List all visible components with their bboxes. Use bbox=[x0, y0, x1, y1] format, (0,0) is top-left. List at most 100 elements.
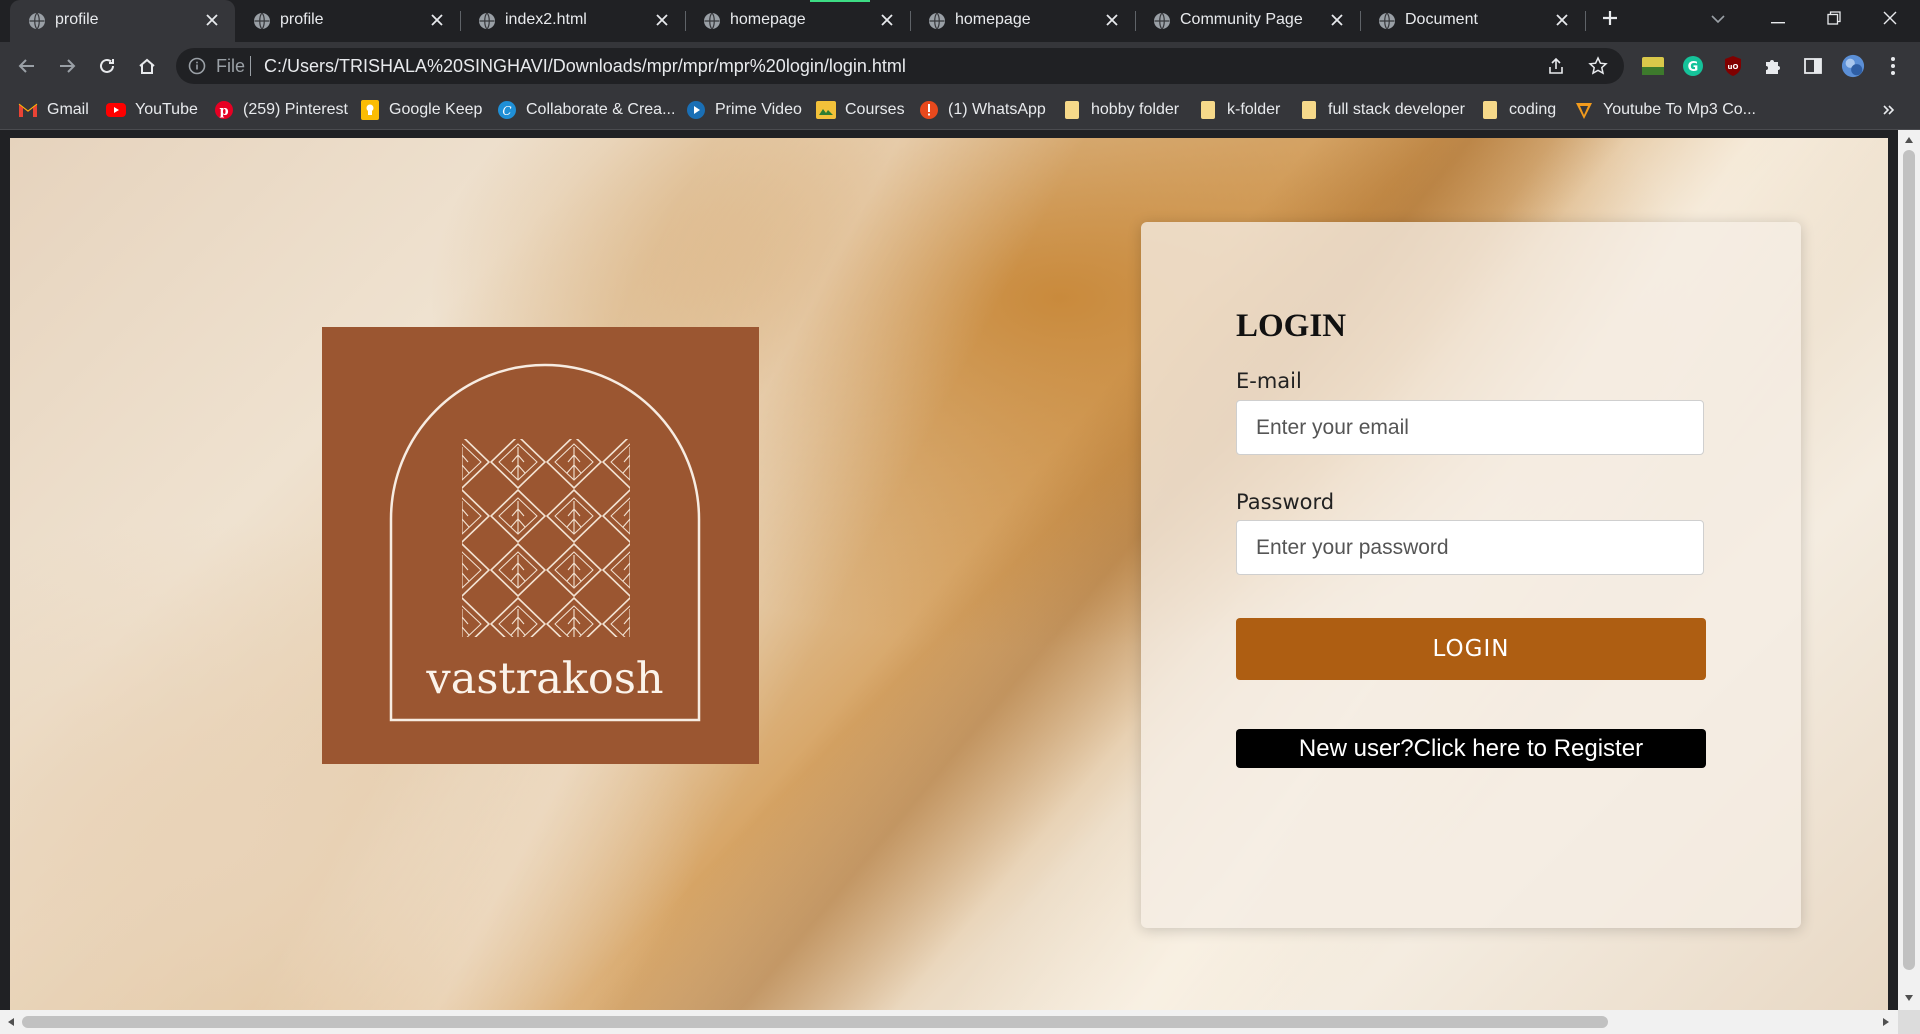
browser-tab[interactable]: profile bbox=[10, 0, 235, 42]
bookmark-youtube-mp3[interactable]: Youtube To Mp3 Co... bbox=[1574, 98, 1756, 122]
scroll-up-icon[interactable] bbox=[1901, 132, 1917, 148]
vertical-scrollbar[interactable] bbox=[1898, 130, 1920, 1010]
extension-badge-icon bbox=[1642, 57, 1664, 75]
globe-icon bbox=[253, 12, 271, 30]
bookmark-google-keep[interactable]: Google Keep bbox=[360, 98, 482, 122]
tab-title: homepage bbox=[730, 11, 806, 28]
folder-icon bbox=[1299, 100, 1319, 120]
address-divider bbox=[250, 56, 251, 76]
canva-icon: C bbox=[497, 100, 517, 120]
double-chevron-right-icon bbox=[1883, 105, 1895, 115]
bookmark-label: Google Keep bbox=[389, 101, 483, 118]
reload-icon bbox=[100, 58, 114, 73]
url-text[interactable]: C:/Users/TRISHALA%20SINGHAVI/Downloads/m… bbox=[264, 56, 906, 77]
login-button[interactable]: LOGIN bbox=[1236, 618, 1706, 680]
share-icon bbox=[1549, 57, 1563, 74]
forward-arrow-icon bbox=[60, 59, 76, 73]
close-tab-icon[interactable] bbox=[876, 9, 898, 31]
ublock-button[interactable]: uO bbox=[1721, 54, 1745, 78]
plus-icon bbox=[1601, 9, 1619, 32]
gmail-icon bbox=[18, 100, 38, 120]
bookmark-label: hobby folder bbox=[1091, 101, 1180, 118]
browser-tab[interactable]: homepage bbox=[685, 0, 911, 42]
bookmark-label: Prime Video bbox=[715, 101, 802, 118]
bookmark-folder-coding[interactable]: coding bbox=[1480, 98, 1556, 122]
address-bar[interactable]: File C:/Users/TRISHALA%20SINGHAVI/Downlo… bbox=[176, 48, 1624, 84]
minimize-button[interactable] bbox=[1752, 0, 1804, 40]
close-tab-icon[interactable] bbox=[1326, 9, 1348, 31]
close-tab-icon[interactable] bbox=[426, 9, 448, 31]
restore-button[interactable] bbox=[1808, 0, 1860, 40]
register-button[interactable]: New user?Click here to Register bbox=[1236, 729, 1706, 768]
home-button[interactable] bbox=[131, 50, 163, 82]
browser-tab[interactable]: Community Page bbox=[1135, 0, 1361, 42]
side-panel-button[interactable] bbox=[1801, 54, 1825, 78]
bookmark-folder-full-stack[interactable]: full stack developer bbox=[1299, 98, 1465, 122]
browser-tab[interactable]: homepage bbox=[910, 0, 1136, 42]
extensions-button[interactable] bbox=[1761, 54, 1785, 78]
vertical-scroll-thumb[interactable] bbox=[1903, 150, 1915, 970]
globe-icon bbox=[703, 12, 721, 30]
close-tab-icon[interactable] bbox=[201, 9, 223, 31]
bookmark-prime-video[interactable]: Prime Video bbox=[686, 98, 802, 122]
bookmark-star-button[interactable] bbox=[1586, 54, 1610, 78]
forward-button[interactable] bbox=[51, 50, 83, 82]
profile-avatar-button[interactable] bbox=[1841, 54, 1865, 78]
folder-icon bbox=[1480, 100, 1500, 120]
bookmark-label: k-folder bbox=[1227, 101, 1281, 118]
chevron-down-icon bbox=[1710, 11, 1726, 29]
side-panel-icon bbox=[1804, 58, 1822, 74]
bookmark-folder-hobby[interactable]: hobby folder bbox=[1062, 98, 1179, 122]
bookmark-label: Courses bbox=[845, 101, 905, 118]
bookmark-label: Youtube To Mp3 Co... bbox=[1603, 101, 1756, 118]
share-button[interactable] bbox=[1544, 54, 1568, 78]
password-label: Password bbox=[1236, 490, 1335, 514]
close-tab-icon[interactable] bbox=[1101, 9, 1123, 31]
bookmark-label: coding bbox=[1509, 101, 1557, 118]
close-tab-icon[interactable] bbox=[651, 9, 673, 31]
bookmark-courses[interactable]: Courses bbox=[816, 98, 905, 122]
bookmark-label: (1) WhatsApp bbox=[948, 101, 1046, 118]
bookmark-pinterest[interactable]: p (259) Pinterest bbox=[214, 98, 348, 122]
close-icon bbox=[1883, 11, 1897, 30]
browser-tab[interactable]: index2.html bbox=[460, 0, 686, 42]
avatar-icon bbox=[1841, 54, 1865, 78]
extension-1-button[interactable] bbox=[1641, 54, 1665, 78]
bookmark-folder-k[interactable]: k-folder bbox=[1198, 98, 1280, 122]
password-field[interactable] bbox=[1236, 520, 1704, 575]
grammarly-button[interactable]: G bbox=[1681, 54, 1705, 78]
login-title: LOGIN bbox=[1236, 308, 1347, 344]
bookmark-collaborate[interactable]: C Collaborate & Crea... bbox=[497, 98, 675, 122]
scroll-left-icon[interactable] bbox=[3, 1014, 19, 1030]
bookmark-whatsapp[interactable]: (1) WhatsApp bbox=[919, 98, 1046, 122]
star-icon bbox=[1588, 56, 1608, 75]
bookmark-youtube[interactable]: YouTube bbox=[106, 98, 198, 122]
tab-search-button[interactable] bbox=[1692, 0, 1744, 40]
pinterest-icon: p bbox=[214, 100, 234, 120]
browser-tab[interactable]: profile bbox=[235, 0, 461, 42]
bookmark-gmail[interactable]: Gmail bbox=[18, 98, 89, 122]
horizontal-scroll-thumb[interactable] bbox=[22, 1016, 1608, 1028]
scroll-down-icon[interactable] bbox=[1901, 990, 1917, 1006]
reload-button[interactable] bbox=[91, 50, 123, 82]
tab-title: Document bbox=[1405, 11, 1478, 28]
new-tab-button[interactable] bbox=[1584, 0, 1636, 40]
bookmark-label: full stack developer bbox=[1328, 101, 1465, 118]
folder-icon bbox=[1198, 100, 1218, 120]
close-tab-icon[interactable] bbox=[1551, 9, 1573, 31]
browser-tab[interactable]: Document bbox=[1360, 0, 1586, 42]
scrollbar-corner bbox=[1898, 1010, 1920, 1034]
whatsapp-icon bbox=[919, 100, 939, 120]
horizontal-scrollbar[interactable] bbox=[0, 1010, 1898, 1034]
back-button[interactable] bbox=[11, 50, 43, 82]
tab-title: profile bbox=[55, 11, 99, 28]
site-info-icon[interactable] bbox=[188, 57, 206, 80]
close-window-button[interactable] bbox=[1864, 0, 1916, 40]
minimize-icon bbox=[1771, 11, 1785, 29]
browser-menu-button[interactable] bbox=[1881, 54, 1905, 78]
scroll-right-icon[interactable] bbox=[1878, 1014, 1894, 1030]
grammarly-icon: G bbox=[1683, 56, 1703, 76]
email-field[interactable] bbox=[1236, 400, 1704, 455]
bookmarks-overflow-button[interactable] bbox=[1882, 98, 1896, 122]
globe-icon bbox=[28, 12, 46, 30]
